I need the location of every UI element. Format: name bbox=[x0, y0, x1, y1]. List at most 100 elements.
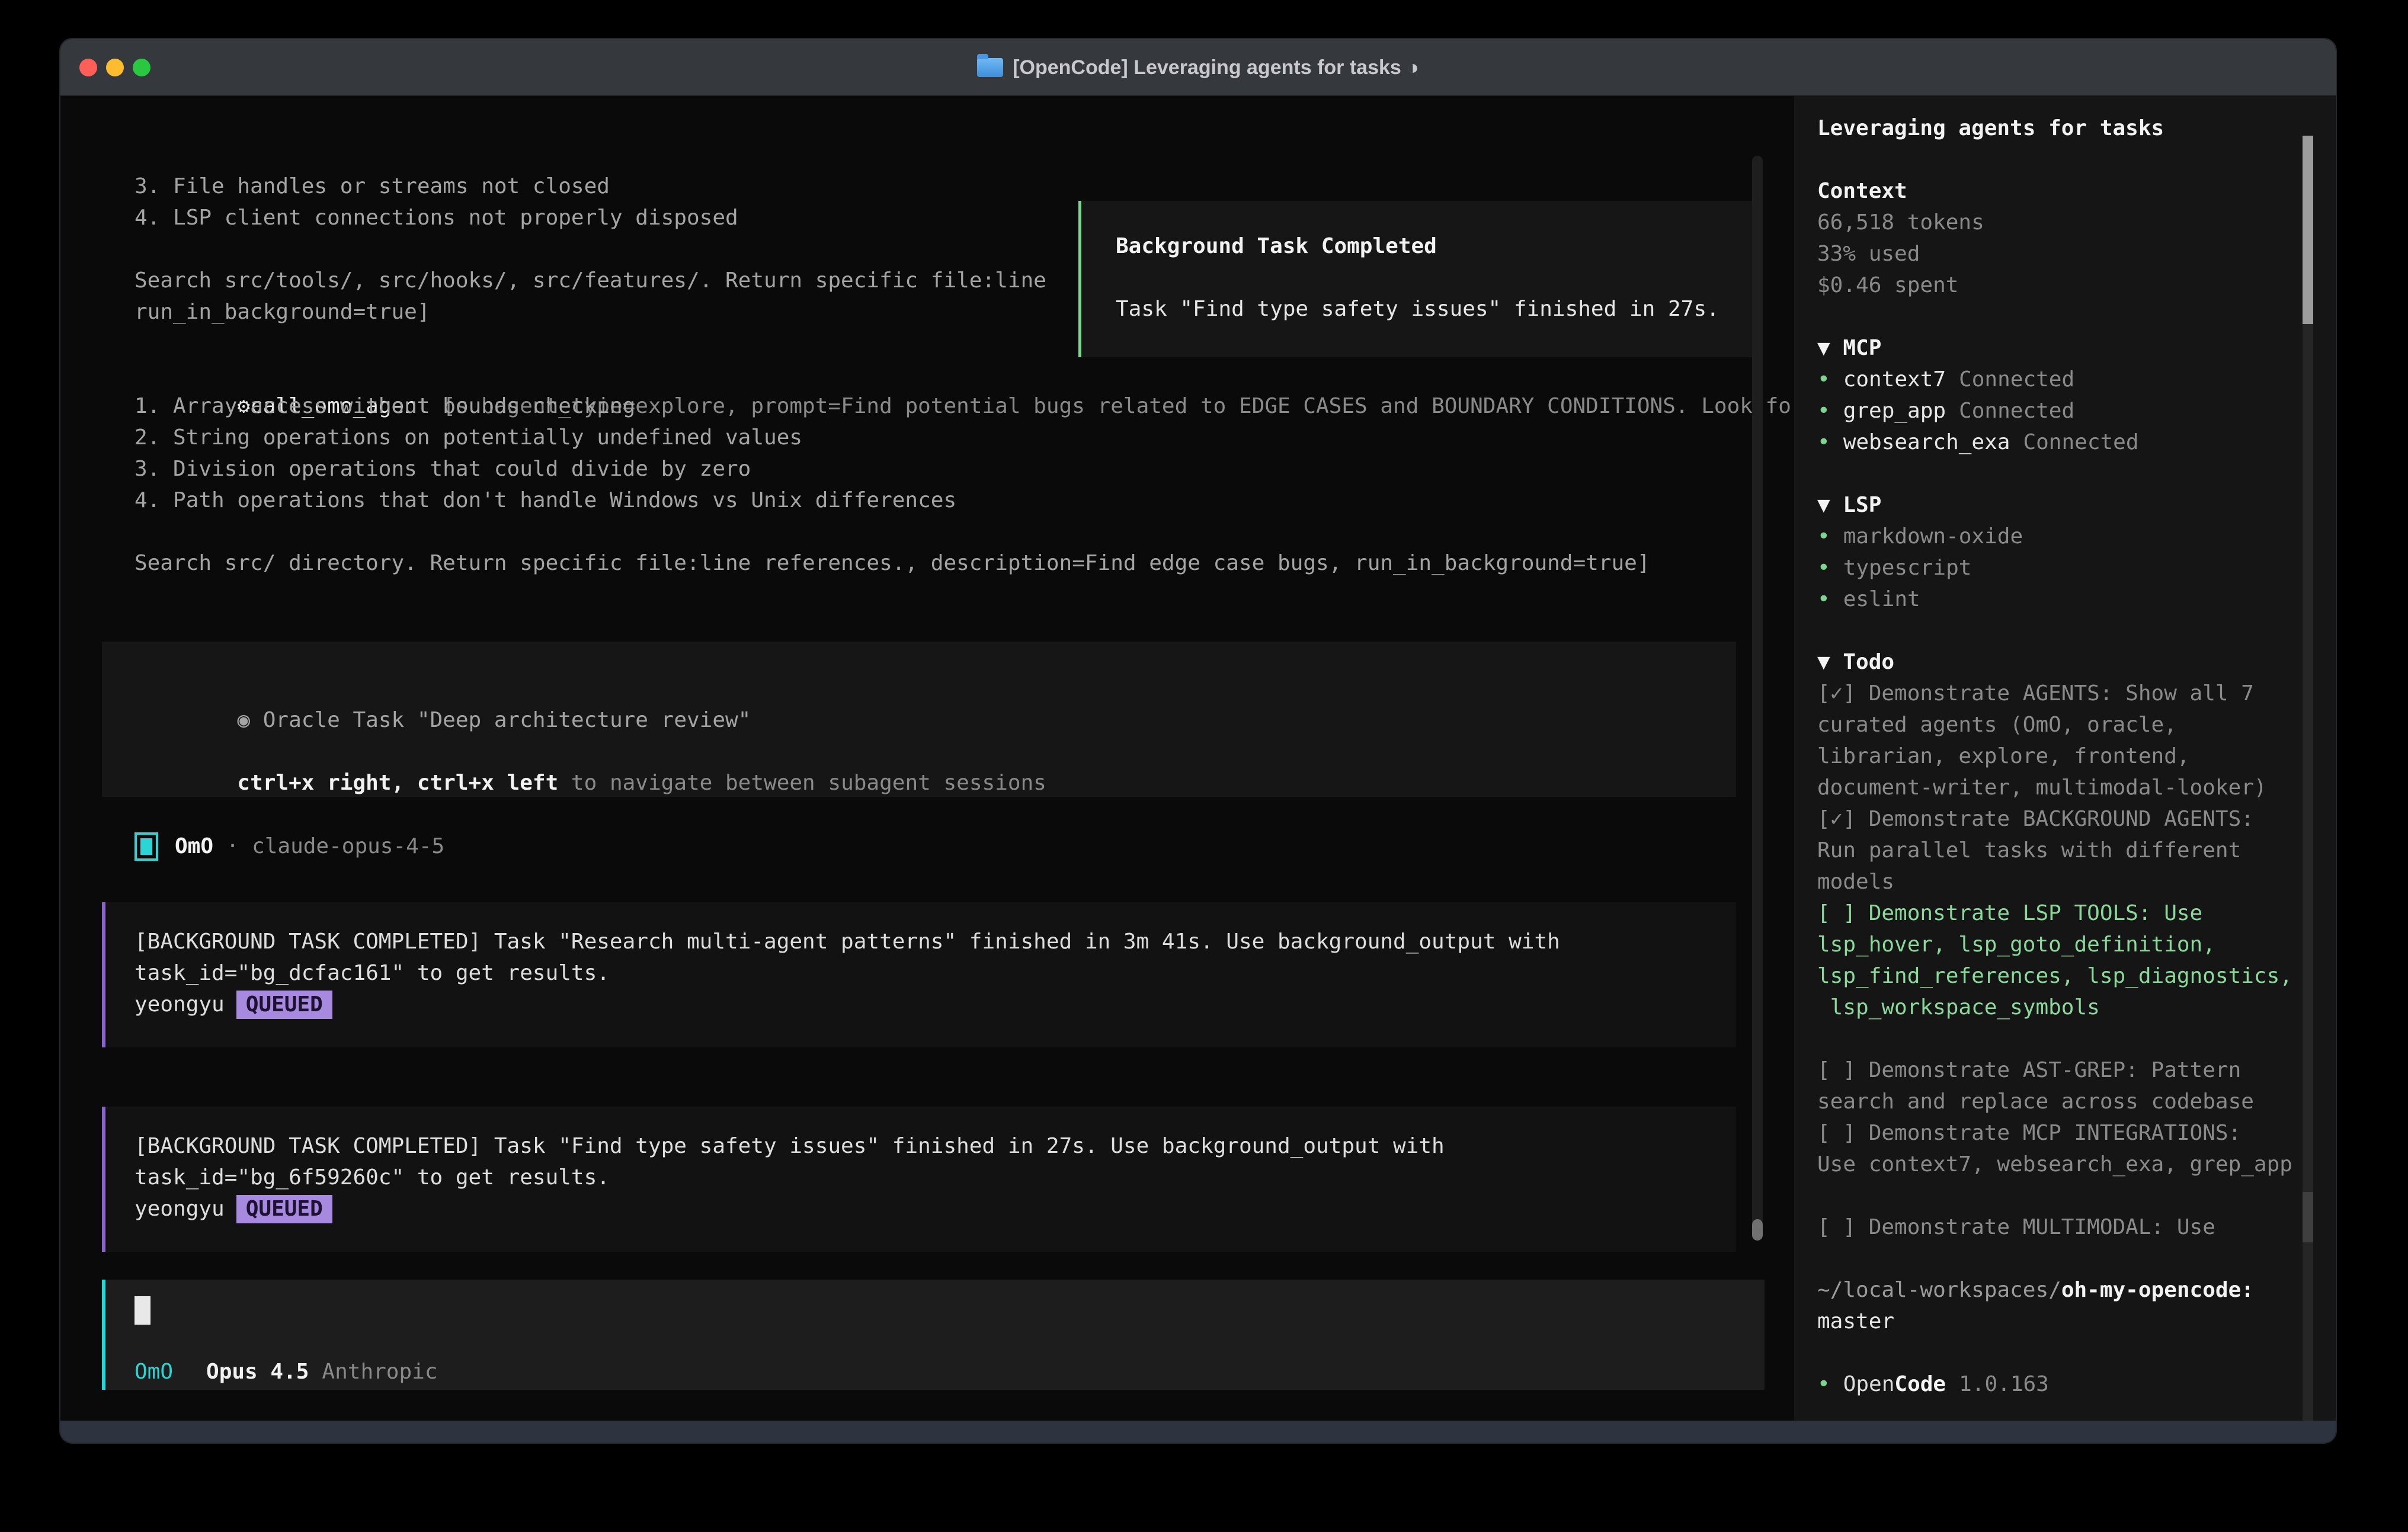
todo-line: curated agents (OmO, oracle, bbox=[1817, 709, 2315, 741]
app-window: [OpenCode] Leveraging agents for tasks ◑… bbox=[59, 38, 2337, 1444]
prompt-input[interactable]: OmO Opus 4.5 Anthropic bbox=[102, 1280, 1765, 1390]
bullet-icon: • bbox=[1817, 430, 1830, 454]
mcp-item-status: Connected bbox=[2023, 430, 2138, 454]
todo-line: lsp_find_references, lsp_diagnostics, bbox=[1817, 960, 2315, 992]
todo-item-active: [ ] Demonstrate LSP TOOLS: Use lsp_hover… bbox=[1817, 898, 2315, 1023]
todo-line: [✓] Demonstrate AGENTS: Show all 7 bbox=[1817, 678, 2315, 709]
chevron-down-icon: ▼ bbox=[1817, 493, 1830, 517]
mcp-item-status: Connected bbox=[1959, 399, 2074, 423]
workspace-branch: master bbox=[1817, 1306, 2315, 1337]
bullet-icon: • bbox=[1817, 399, 1830, 423]
mcp-item: • websearch_exa Connected bbox=[1817, 427, 2315, 458]
lsp-item-name: eslint bbox=[1843, 587, 1920, 611]
titlebar: [OpenCode] Leveraging agents for tasks ◑ bbox=[60, 39, 2336, 96]
scrollback-line: 4. LSP client connections not properly d… bbox=[135, 202, 1046, 233]
todo-line: lsp_hover, lsp_goto_definition, bbox=[1817, 929, 2315, 960]
tool-call-block: ⚙call_omo_agent [subagent_type=explore, … bbox=[135, 359, 1804, 579]
status-badge: QUEUED bbox=[236, 1195, 332, 1223]
agent-separator: · bbox=[213, 831, 252, 862]
oracle-hint-keys: ctrl+x right, ctrl+x left bbox=[237, 771, 558, 795]
context-spent: $0.46 spent bbox=[1817, 270, 2315, 301]
message-block: [BACKGROUND TASK COMPLETED] Task "Find t… bbox=[102, 1107, 1736, 1252]
todo-item-done: [✓] Demonstrate BACKGROUND AGENTS: Run p… bbox=[1817, 803, 2315, 898]
workspace-repo: oh-my-opencode: bbox=[2061, 1278, 2254, 1302]
message-line: task_id="bg_dcfac161" to get results. bbox=[135, 957, 1736, 989]
sidebar: Leveraging agents for tasks Context 66,5… bbox=[1794, 96, 2337, 1423]
chevron-down-icon: ▼ bbox=[1817, 336, 1830, 360]
toast-title: Background Task Completed bbox=[1116, 230, 1757, 262]
mcp-item-name: context7 bbox=[1843, 367, 1946, 392]
app-version: 1.0.163 bbox=[1959, 1372, 2049, 1396]
mcp-item: • grep_app Connected bbox=[1817, 395, 2315, 427]
chat-area: 3. File handles or streams not closed 4.… bbox=[60, 96, 1794, 1423]
context-heading: Context bbox=[1817, 175, 2315, 207]
todo-line: [ ] Demonstrate LSP TOOLS: Use bbox=[1817, 898, 2315, 929]
oracle-task-title: Oracle Task "Deep architecture review" bbox=[250, 708, 751, 732]
message-author: yeongyu bbox=[135, 1193, 225, 1225]
scrollback-line: run_in_background=true] bbox=[135, 296, 1046, 328]
chat-scrollbar-thumb[interactable] bbox=[1752, 1219, 1763, 1241]
lsp-item: • markdown-oxide bbox=[1817, 521, 2315, 552]
chat-scrollbar-track[interactable] bbox=[1752, 156, 1763, 1240]
lsp-heading: LSP bbox=[1830, 493, 1882, 517]
context-tokens: 66,518 tokens bbox=[1817, 207, 2315, 238]
text-cursor bbox=[135, 1296, 150, 1325]
bullet-icon: • bbox=[1817, 1372, 1830, 1396]
mcp-item: • context7 Connected bbox=[1817, 364, 2315, 395]
app-name-light: Open bbox=[1843, 1372, 1895, 1396]
message-author: yeongyu bbox=[135, 989, 225, 1020]
status-badge: QUEUED bbox=[236, 991, 332, 1019]
sidebar-scrollbar-segment[interactable] bbox=[2303, 1192, 2313, 1242]
composer-provider: Anthropic bbox=[322, 1356, 437, 1387]
mcp-item-name: websearch_exa bbox=[1843, 430, 2010, 454]
todo-line: models bbox=[1817, 866, 2315, 898]
todo-line: search and replace across codebase bbox=[1817, 1086, 2315, 1117]
message-line: [BACKGROUND TASK COMPLETED] Task "Find t… bbox=[135, 1130, 1736, 1162]
tool-call-footer: Search src/ directory. Return specific f… bbox=[135, 547, 1804, 579]
todo-line: [✓] Demonstrate BACKGROUND AGENTS: bbox=[1817, 803, 2315, 835]
mcp-section-header[interactable]: ▼ MCP bbox=[1817, 332, 2315, 364]
context-used: 33% used bbox=[1817, 238, 2315, 270]
record-icon: ◉ bbox=[237, 708, 250, 732]
agent-icon bbox=[135, 832, 158, 861]
todo-section-header[interactable]: ▼ Todo bbox=[1817, 646, 2315, 678]
composer-model-row: OmO Opus 4.5 Anthropic bbox=[135, 1356, 438, 1387]
window-bottom-bar bbox=[60, 1421, 2336, 1443]
background-task-toast: Background Task Completed Task "Find typ… bbox=[1078, 201, 1760, 357]
lsp-item-name: markdown-oxide bbox=[1843, 524, 2023, 549]
sidebar-scrollbar-thumb[interactable] bbox=[2303, 136, 2313, 324]
bullet-icon: • bbox=[1817, 524, 1830, 549]
oracle-task-panel: ◉ Oracle Task "Deep architecture review"… bbox=[102, 642, 1736, 797]
lsp-item: •eslint bbox=[1817, 584, 2315, 615]
todo-item-done: [✓] Demonstrate AGENTS: Show all 7 curat… bbox=[1817, 678, 2315, 803]
agent-model: claude-opus-4-5 bbox=[252, 831, 444, 862]
scrollback-line: Search src/tools/, src/hooks/, src/featu… bbox=[135, 265, 1046, 296]
agent-name: OmO bbox=[175, 831, 213, 862]
todo-line: Use context7, websearch_exa, grep_app bbox=[1817, 1149, 2315, 1180]
bullet-icon: • bbox=[1817, 556, 1830, 580]
scrollback-line: 3. File handles or streams not closed bbox=[135, 171, 1046, 202]
scrollback-text: 3. File handles or streams not closed 4.… bbox=[135, 171, 1046, 328]
todo-line: [ ] Demonstrate MCP INTEGRATIONS: bbox=[1817, 1117, 2315, 1149]
workspace-path: ~/local-workspaces/oh-my-opencode: bbox=[1817, 1274, 2315, 1306]
lsp-item: •typescript bbox=[1817, 552, 2315, 584]
session-title: Leveraging agents for tasks bbox=[1817, 113, 2315, 144]
todo-item-pending: [ ] Demonstrate MULTIMODAL: Use bbox=[1817, 1212, 2315, 1243]
mcp-item-name: grep_app bbox=[1843, 399, 1946, 423]
oracle-hint-text: to navigate between subagent sessions bbox=[558, 771, 1046, 795]
composer-model: Opus 4.5 bbox=[206, 1356, 309, 1387]
lsp-section-header[interactable]: ▼ LSP bbox=[1817, 489, 2315, 521]
mcp-heading: MCP bbox=[1830, 336, 1882, 360]
tool-call-item: 3. Division operations that could divide… bbox=[135, 453, 1804, 485]
todo-item-pending: [ ] Demonstrate MCP INTEGRATIONS: Use co… bbox=[1817, 1117, 2315, 1180]
mcp-item-status: Connected bbox=[1959, 367, 2074, 392]
todo-line: librarian, explore, frontend, bbox=[1817, 741, 2315, 772]
todo-line: [ ] Demonstrate MULTIMODAL: Use bbox=[1817, 1212, 2315, 1243]
bullet-icon: • bbox=[1817, 367, 1830, 392]
todo-line: lsp_workspace_symbols bbox=[1817, 992, 2315, 1023]
message-line: [BACKGROUND TASK COMPLETED] Task "Resear… bbox=[135, 926, 1736, 957]
toast-body: Task "Find type safety issues" finished … bbox=[1116, 293, 1757, 325]
agent-session-header: OmO · claude-opus-4-5 bbox=[135, 831, 444, 862]
todo-line: document-writer, multimodal-looker) bbox=[1817, 772, 2315, 803]
window-title: [OpenCode] Leveraging agents for tasks ◑ bbox=[1013, 56, 1419, 79]
